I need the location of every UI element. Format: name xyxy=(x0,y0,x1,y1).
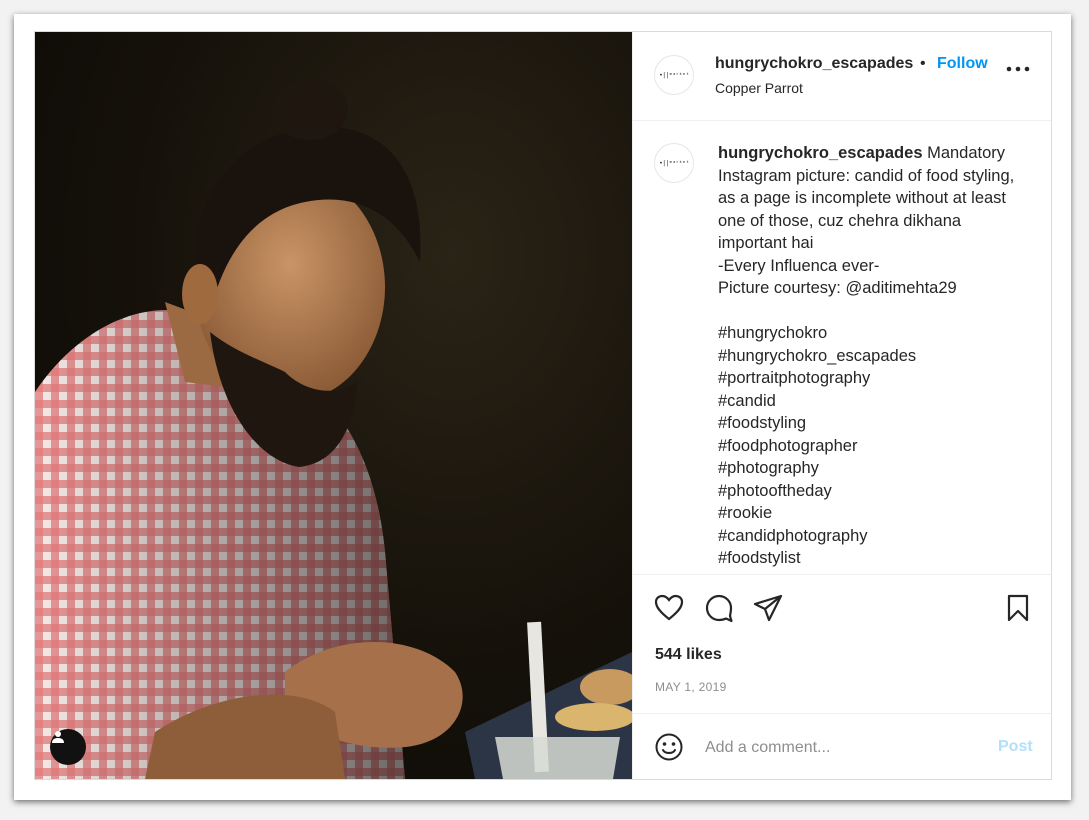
author-avatar[interactable]: •||ᵐᵃʳᵏᵉᵗ xyxy=(654,55,694,95)
user-tag-icon xyxy=(52,731,64,743)
caption-section: •||ᵐᵃʳᵏᵉᵗ hungrychokro_escapades Mandato… xyxy=(633,121,1051,573)
post-comment-button[interactable]: Post xyxy=(998,738,1033,756)
bookmark-icon[interactable] xyxy=(1003,593,1033,623)
photo-illustration xyxy=(35,80,632,779)
heart-icon[interactable] xyxy=(654,593,684,623)
more-options-icon[interactable] xyxy=(1005,62,1031,76)
post-sidebar: •||ᵐᵃʳᵏᵉᵗ hungrychokro_escapades • Follo… xyxy=(632,32,1051,779)
caption-username[interactable]: hungrychokro_escapades xyxy=(718,144,923,162)
follow-button[interactable]: Follow xyxy=(937,55,988,73)
comment-bubble-icon[interactable] xyxy=(704,593,734,623)
caption-body: Mandatory Instagram picture: candid of f… xyxy=(718,144,1015,567)
post-actions: 544 likes MAY 1, 2019 xyxy=(633,574,1051,713)
likes-count[interactable]: 544 likes xyxy=(655,646,722,664)
instagram-post-dialog: •||ᵐᵃʳᵏᵉᵗ hungrychokro_escapades • Follo… xyxy=(34,31,1052,780)
author-username[interactable]: hungrychokro_escapades xyxy=(715,55,913,73)
separator-dot: • xyxy=(920,55,926,72)
caption-author-avatar[interactable]: •||ᵐᵃʳᵏᵉᵗ xyxy=(654,143,694,183)
comment-input[interactable] xyxy=(703,734,977,762)
smiley-icon[interactable] xyxy=(654,732,684,762)
caption-text-block: hungrychokro_escapades Mandatory Instagr… xyxy=(718,142,1028,570)
tag-people-button[interactable] xyxy=(50,729,86,765)
avatar-logo-text: •||ᵐᵃʳᵏᵉᵗ xyxy=(659,159,689,167)
post-header: •||ᵐᵃʳᵏᵉᵗ hungrychokro_escapades • Follo… xyxy=(633,32,1051,121)
post-location[interactable]: Copper Parrot xyxy=(715,80,803,96)
post-date[interactable]: MAY 1, 2019 xyxy=(655,680,727,694)
paper-plane-icon[interactable] xyxy=(753,593,783,623)
post-photo[interactable] xyxy=(35,32,632,779)
comment-bar: Post xyxy=(633,713,1051,779)
avatar-logo-text: •||ᵐᵃʳᵏᵉᵗ xyxy=(659,71,689,79)
